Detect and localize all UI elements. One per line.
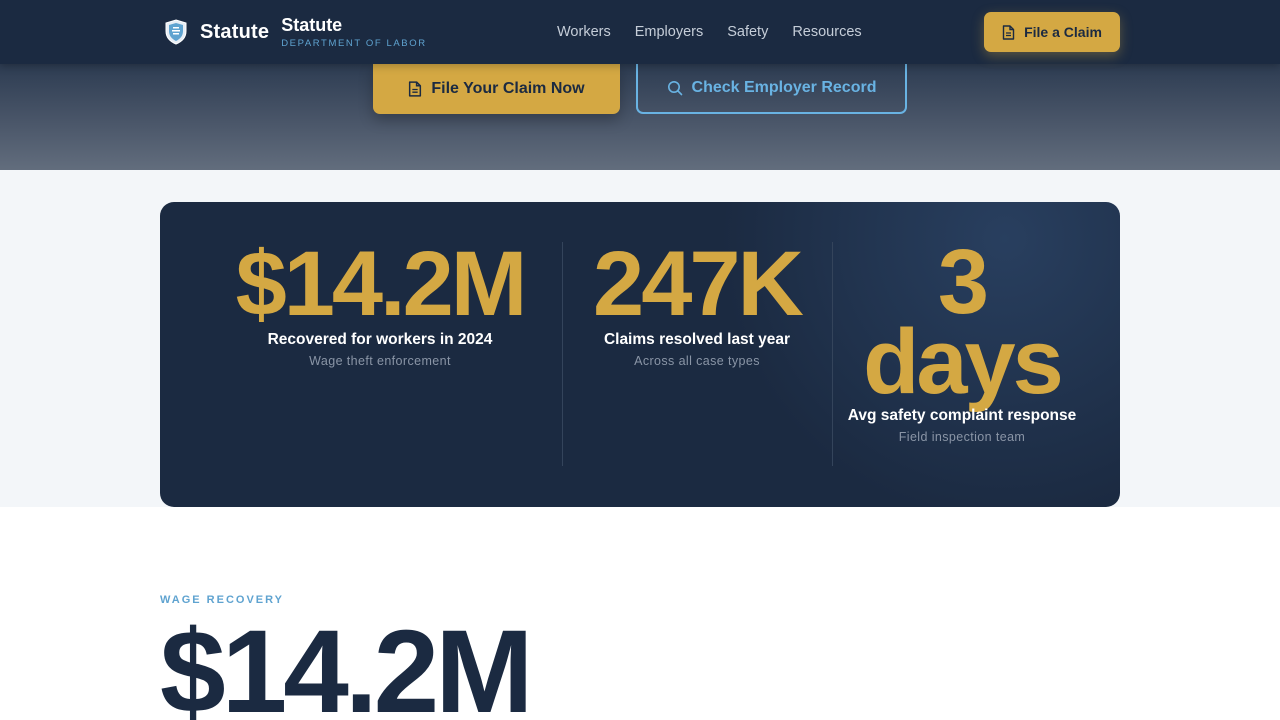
stat-label: Avg safety complaint response [847, 407, 1077, 424]
stat-note: Field inspection team [898, 430, 1026, 444]
shield-icon [165, 19, 187, 45]
stat-value-line: days [863, 311, 1064, 413]
search-icon [667, 81, 682, 96]
stats-band: $14.2M Recovered for workers in 2024 Wag… [0, 170, 1280, 507]
check-employer-record-label: Check Employer Record [691, 79, 877, 96]
stat-value: 3 days [832, 231, 1092, 413]
top-nav: Statute Statute DEPARTMENT OF LABOR Work… [0, 0, 1280, 64]
brand-subtitle-block: Statute DEPARTMENT OF LABOR [281, 15, 426, 49]
brand-name: Statute [200, 20, 270, 43]
document-icon [1002, 24, 1015, 40]
check-employer-record-button[interactable]: Check Employer Record [636, 64, 907, 114]
stats-card: $14.2M Recovered for workers in 2024 Wag… [160, 202, 1120, 507]
stat-note: Across all case types [634, 354, 760, 368]
file-your-claim-button[interactable]: File Your Claim Now [373, 64, 620, 114]
nav-links: Workers Employers Safety Resources [557, 0, 886, 64]
brand-subtitle: Statute [281, 15, 343, 35]
hero-section: File Your Claim Now Check Employer Recor… [0, 64, 1280, 170]
stat-value: $14.2M [235, 233, 528, 335]
stat-label: Recovered for workers in 2024 [267, 331, 493, 348]
nav-link-employers[interactable]: Employers [635, 24, 704, 40]
nav-link-resources[interactable]: Resources [792, 24, 861, 40]
file-your-claim-label: File Your Claim Now [431, 80, 585, 97]
wage-recovery-value: $14.2M [160, 606, 534, 720]
stat-recovered: $14.2M Recovered for workers in 2024 Wag… [220, 233, 540, 368]
brand-caption: DEPARTMENT OF LABOR [281, 38, 427, 49]
stat-note: Wage theft enforcement [309, 354, 451, 368]
nav-link-workers[interactable]: Workers [557, 24, 611, 40]
file-claim-label: File a Claim [1024, 24, 1102, 40]
section-eyebrow: WAGE RECOVERY [160, 594, 284, 606]
stat-claims-resolved: 247K Claims resolved last year Across al… [562, 233, 832, 368]
stat-value-line: 3 [937, 231, 989, 333]
brand[interactable]: Statute Statute DEPARTMENT OF LABOR [164, 0, 427, 64]
stat-response-time: 3 days Avg safety complaint response Fie… [832, 231, 1092, 444]
nav-link-safety[interactable]: Safety [727, 24, 768, 40]
document-icon [409, 81, 422, 97]
file-claim-button[interactable]: File a Claim [984, 12, 1120, 52]
stat-value: 247K [593, 233, 804, 335]
